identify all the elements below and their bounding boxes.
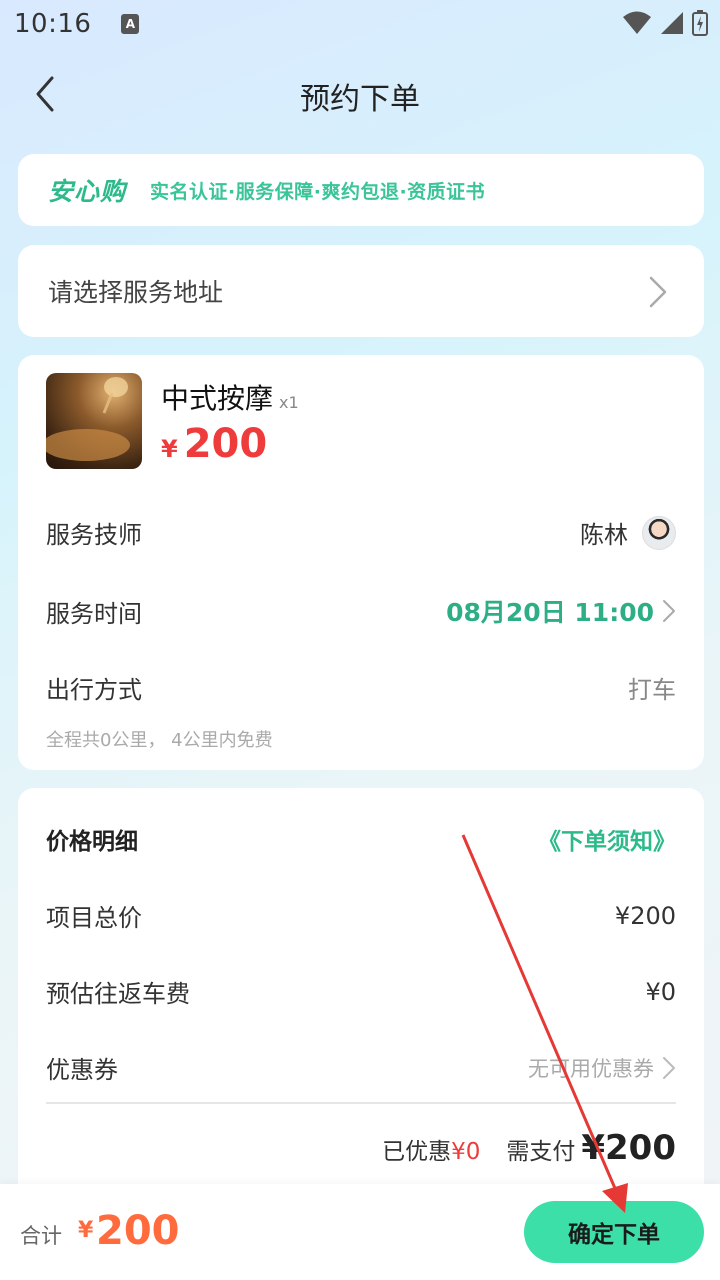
- technician-row[interactable]: 服务技师 陈林: [46, 515, 676, 550]
- car-fee-value: ¥0: [645, 977, 676, 1006]
- travel-note: 全程共0公里， 4公里内免费: [46, 730, 273, 751]
- product-price-currency: ¥: [161, 435, 178, 463]
- product-price: ¥200: [161, 421, 267, 467]
- item-total-row: 项目总价 ¥200: [46, 898, 676, 933]
- status-time: 10:16: [14, 9, 92, 39]
- avatar: [642, 515, 676, 550]
- price-header-row: 价格明细 《下单须知》: [46, 822, 676, 856]
- product-image: [46, 373, 142, 469]
- pay-label: 需支付: [506, 1139, 576, 1165]
- total-label: 合计: [20, 1224, 62, 1248]
- bottom-bar: 合计 ¥ 200 确定下单: [0, 1184, 720, 1280]
- travel-label: 出行方式: [46, 676, 142, 704]
- price-detail-card: 价格明细 《下单须知》 项目总价 ¥200 预估往返车费 ¥0 优惠券 无可用优…: [18, 788, 704, 1208]
- nav-bar: 预约下单: [0, 60, 720, 126]
- coupon-row[interactable]: 优惠券 无可用优惠券: [46, 1050, 676, 1085]
- product-name: 中式按摩 x1: [161, 377, 299, 417]
- discounted-value: ¥0: [451, 1139, 481, 1165]
- pay-value: ¥200: [581, 1128, 676, 1168]
- travel-value: 打车: [628, 676, 676, 704]
- address-placeholder: 请选择服务地址: [48, 278, 224, 307]
- assurance-banner: 安心购 实名认证·服务保障·爽约包退·资质证书: [18, 154, 704, 226]
- discounted-label: 已优惠: [382, 1139, 452, 1165]
- service-time-value: 08月20日 11:00: [446, 593, 676, 629]
- service-time-label: 服务时间: [46, 599, 142, 628]
- signal-icon: [661, 12, 683, 34]
- total-value: 200: [96, 1208, 180, 1254]
- notification-icon: A: [121, 14, 140, 34]
- coupon-label: 优惠券: [46, 1056, 118, 1084]
- divider: [46, 1102, 676, 1104]
- assurance-text: 实名认证·服务保障·爽约包退·资质证书: [150, 180, 486, 203]
- coupon-value: 无可用优惠券: [528, 1053, 676, 1083]
- product-name-text: 中式按摩: [161, 382, 274, 415]
- status-bar: 10:16 A: [0, 0, 720, 48]
- battery-icon: [692, 10, 708, 36]
- product-price-value: 200: [183, 421, 268, 467]
- total-currency: ¥: [78, 1218, 94, 1243]
- address-selector[interactable]: 请选择服务地址: [18, 245, 704, 337]
- chevron-right-icon: [649, 276, 667, 308]
- car-fee-row: 预估往返车费 ¥0: [46, 974, 676, 1009]
- technician-label: 服务技师: [46, 521, 142, 549]
- item-total-value: ¥200: [614, 901, 676, 930]
- service-card: 中式按摩 x1 ¥200 服务技师 陈林 服务时间 08月20日 11:00 出行…: [18, 355, 704, 770]
- payment-summary: 已优惠 ¥0 需支付 ¥200: [382, 1128, 676, 1168]
- service-time-row[interactable]: 服务时间 08月20日 11:00: [46, 593, 676, 629]
- coupon-value-text: 无可用优惠券: [528, 1056, 654, 1081]
- service-time-text: 08月20日 11:00: [446, 598, 654, 627]
- wifi-icon: [623, 11, 651, 34]
- chevron-right-icon: [663, 1056, 675, 1079]
- chevron-right-icon: [663, 600, 675, 622]
- confirm-order-button[interactable]: 确定下单: [524, 1201, 704, 1263]
- technician-value: 陈林: [580, 515, 676, 550]
- order-notice-link[interactable]: 《下单须知》: [538, 822, 676, 856]
- price-detail-title: 价格明细: [46, 829, 138, 855]
- page-title: 预约下单: [300, 82, 420, 117]
- travel-row: 出行方式 打车: [46, 670, 676, 705]
- assurance-logo: 安心购: [48, 177, 127, 206]
- status-icons: [622, 10, 708, 36]
- car-fee-label: 预估往返车费: [46, 980, 190, 1008]
- product-quantity: x1: [279, 393, 299, 412]
- technician-name: 陈林: [580, 521, 628, 549]
- item-total-label: 项目总价: [46, 904, 142, 932]
